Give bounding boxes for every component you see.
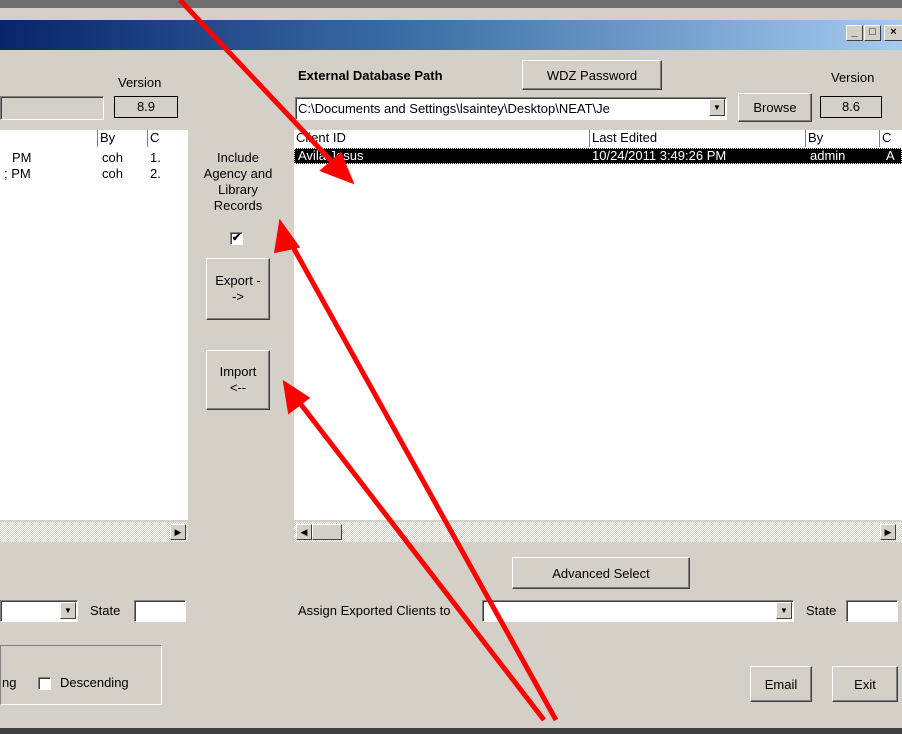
- annotation-arrows-overlay: [178, 0, 559, 722]
- annotation-arrowhead: [273, 218, 301, 254]
- annotation-arrow-to-checkbox: [285, 236, 559, 722]
- annotation-arrow-to-import: [294, 396, 546, 722]
- annotation-arrow-to-client-row: [178, 0, 340, 170]
